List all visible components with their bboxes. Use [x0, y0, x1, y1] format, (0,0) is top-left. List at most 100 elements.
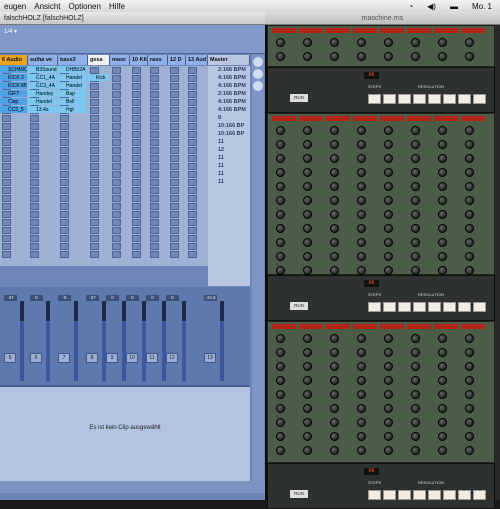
clip-slot-button[interactable] [112, 131, 121, 138]
clip-slot-button[interactable] [60, 115, 69, 122]
clip-slot-button[interactable] [150, 147, 159, 154]
clip-slot-button[interactable] [2, 171, 11, 178]
knob[interactable] [330, 252, 339, 261]
knob[interactable] [411, 196, 420, 205]
clip-slot-button[interactable] [170, 187, 179, 194]
knob[interactable] [384, 210, 393, 219]
clip-slot-button[interactable] [188, 155, 197, 162]
channel-name-label[interactable] [272, 28, 296, 33]
volume-readout[interactable]: 0 [146, 295, 159, 301]
clip-slot-button[interactable] [150, 187, 159, 194]
knob[interactable] [465, 210, 474, 219]
knob[interactable] [357, 224, 366, 233]
clip-slot-button[interactable] [132, 67, 141, 74]
clip-slot-button[interactable] [30, 243, 39, 250]
clip-slot-button[interactable] [30, 123, 39, 130]
step-button[interactable] [398, 302, 411, 312]
knob[interactable] [438, 348, 447, 357]
step-button[interactable] [443, 302, 456, 312]
knob[interactable] [384, 52, 393, 61]
knob[interactable] [303, 446, 312, 455]
step-button[interactable] [413, 490, 426, 500]
step-button[interactable] [473, 490, 486, 500]
clip-slot-button[interactable] [2, 251, 11, 258]
scene-launch[interactable]: 4:166 BPM [208, 106, 250, 114]
knob[interactable] [465, 404, 474, 413]
knob[interactable] [384, 404, 393, 413]
knob[interactable] [330, 362, 339, 371]
step-button[interactable] [458, 490, 471, 500]
clip-slot-button[interactable] [188, 171, 197, 178]
channel-name-label[interactable] [380, 324, 404, 329]
volume-readout[interactable]: -27 [86, 295, 99, 301]
track-activator[interactable]: 12 [166, 353, 178, 363]
scroll-button[interactable] [253, 81, 263, 91]
knob[interactable] [303, 154, 312, 163]
clip-slot-button[interactable] [150, 139, 159, 146]
clip-slot-button[interactable] [170, 99, 179, 106]
knob[interactable] [411, 266, 420, 275]
knob[interactable] [303, 266, 312, 275]
clip-slot-button[interactable] [170, 83, 179, 90]
clip-slot-button[interactable] [132, 99, 141, 106]
knob[interactable] [303, 334, 312, 343]
channel-name-label[interactable] [407, 28, 431, 33]
clip-slot-button[interactable] [90, 91, 99, 98]
clip-slot-button[interactable] [188, 243, 197, 250]
clip-slot-button[interactable] [30, 131, 39, 138]
clip-slot-button[interactable] [2, 123, 11, 130]
clip-slot-button[interactable] [150, 171, 159, 178]
step-button[interactable] [443, 94, 456, 104]
knob[interactable] [384, 182, 393, 191]
knob[interactable] [411, 252, 420, 261]
clip-slot-button[interactable] [150, 235, 159, 242]
clip-slot-button[interactable] [112, 251, 121, 258]
knob[interactable] [303, 418, 312, 427]
clip-slot-button[interactable] [188, 219, 197, 226]
knob[interactable] [303, 348, 312, 357]
clock-text[interactable]: Mo. 1 [472, 2, 492, 11]
clip-slot-button[interactable] [112, 203, 121, 210]
clip-slot-button[interactable] [60, 251, 69, 258]
clip-slot-button[interactable] [112, 227, 121, 234]
knob[interactable] [303, 196, 312, 205]
clip-slot-button[interactable] [60, 235, 69, 242]
clip-slot-button[interactable] [150, 195, 159, 202]
clip-slot-button[interactable] [60, 227, 69, 234]
clip-slot-button[interactable] [132, 131, 141, 138]
clip[interactable]: Clap [0, 98, 27, 105]
flag-icon[interactable]: ▬ [450, 2, 458, 11]
track-activator[interactable]: 10 [126, 353, 138, 363]
clip-slot-button[interactable] [170, 251, 179, 258]
clip-slot-button[interactable] [170, 139, 179, 146]
ableton-titlebar[interactable]: falschHOLZ [falschHOLZ] [0, 12, 269, 25]
volume-readout[interactable]: 0 [30, 295, 43, 301]
clip-slot-button[interactable] [132, 227, 141, 234]
knob[interactable] [384, 376, 393, 385]
knob[interactable] [276, 238, 285, 247]
knob[interactable] [465, 266, 474, 275]
knob[interactable] [465, 238, 474, 247]
clip-slot-button[interactable] [150, 211, 159, 218]
clip-slot-button[interactable] [188, 91, 197, 98]
clip-slot-button[interactable] [150, 75, 159, 82]
knob[interactable] [357, 432, 366, 441]
knob[interactable] [330, 376, 339, 385]
knob[interactable] [357, 196, 366, 205]
clip-slot-button[interactable] [112, 115, 121, 122]
knob[interactable] [465, 154, 474, 163]
knob[interactable] [384, 348, 393, 357]
scene-launch[interactable]: 2:166 BPM [208, 90, 250, 98]
knob[interactable] [276, 432, 285, 441]
clip-slot-button[interactable] [2, 219, 11, 226]
clip-slot-button[interactable] [150, 107, 159, 114]
knob[interactable] [438, 210, 447, 219]
knob[interactable] [438, 168, 447, 177]
clip-slot-button[interactable] [170, 235, 179, 242]
knob[interactable] [411, 404, 420, 413]
clip-slot-button[interactable] [2, 203, 11, 210]
clip[interactable]: CC3_5 [0, 106, 27, 113]
scroll-button[interactable] [253, 57, 263, 67]
knob[interactable] [357, 266, 366, 275]
clip[interactable]: Handel [28, 98, 57, 105]
